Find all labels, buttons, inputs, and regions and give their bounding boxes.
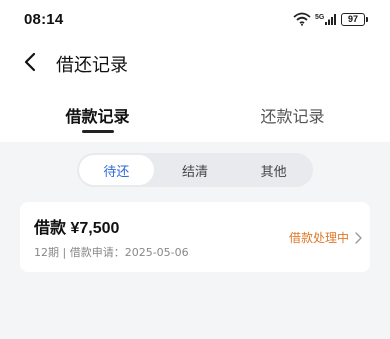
loan-details: 12期 | 借款申请：2025-05-06 bbox=[34, 246, 189, 259]
loan-status: 借款处理中 bbox=[289, 229, 362, 246]
tab-label: 还款记录 bbox=[260, 107, 325, 126]
loan-record-card[interactable]: 借款 ¥7,500 12期 | 借款申请：2025-05-06 借款处理中 bbox=[20, 202, 370, 272]
records-content: 待还 结清 其他 借款 ¥7,500 12期 | 借款申请：2025-05-06… bbox=[0, 142, 390, 339]
chevron-left-icon bbox=[23, 52, 37, 76]
tab-label: 借款记录 bbox=[65, 107, 130, 126]
loan-status-text: 借款处理中 bbox=[288, 231, 349, 245]
tab-active-indicator bbox=[81, 130, 114, 133]
nav-bar: 借还记录 bbox=[0, 38, 390, 90]
network-label: 5G bbox=[315, 14, 325, 21]
status-filter: 待还 结清 其他 bbox=[77, 153, 313, 187]
battery-level: 97 bbox=[341, 12, 365, 26]
tab-repayment-records[interactable]: 还款记录 bbox=[195, 92, 390, 140]
status-bar: 08:14 5G 97 bbox=[0, 0, 390, 38]
back-button[interactable] bbox=[8, 42, 52, 86]
battery-icon: 97 bbox=[341, 12, 368, 26]
loan-amount: 借款 ¥7,500 bbox=[34, 220, 120, 237]
status-time: 08:14 bbox=[24, 10, 64, 28]
filter-settled[interactable]: 结清 bbox=[158, 155, 233, 185]
signal-icon: 5G bbox=[315, 12, 337, 26]
filter-other[interactable]: 其他 bbox=[236, 155, 311, 185]
record-tabs: 借款记录 还款记录 bbox=[0, 92, 390, 140]
chevron-right-icon bbox=[355, 231, 362, 244]
wifi-icon bbox=[293, 12, 311, 26]
page-title: 借还记录 bbox=[56, 55, 128, 76]
tab-loan-records[interactable]: 借款记录 bbox=[0, 92, 195, 140]
filter-pending[interactable]: 待还 bbox=[79, 155, 154, 185]
status-icons: 5G 97 bbox=[293, 12, 368, 26]
